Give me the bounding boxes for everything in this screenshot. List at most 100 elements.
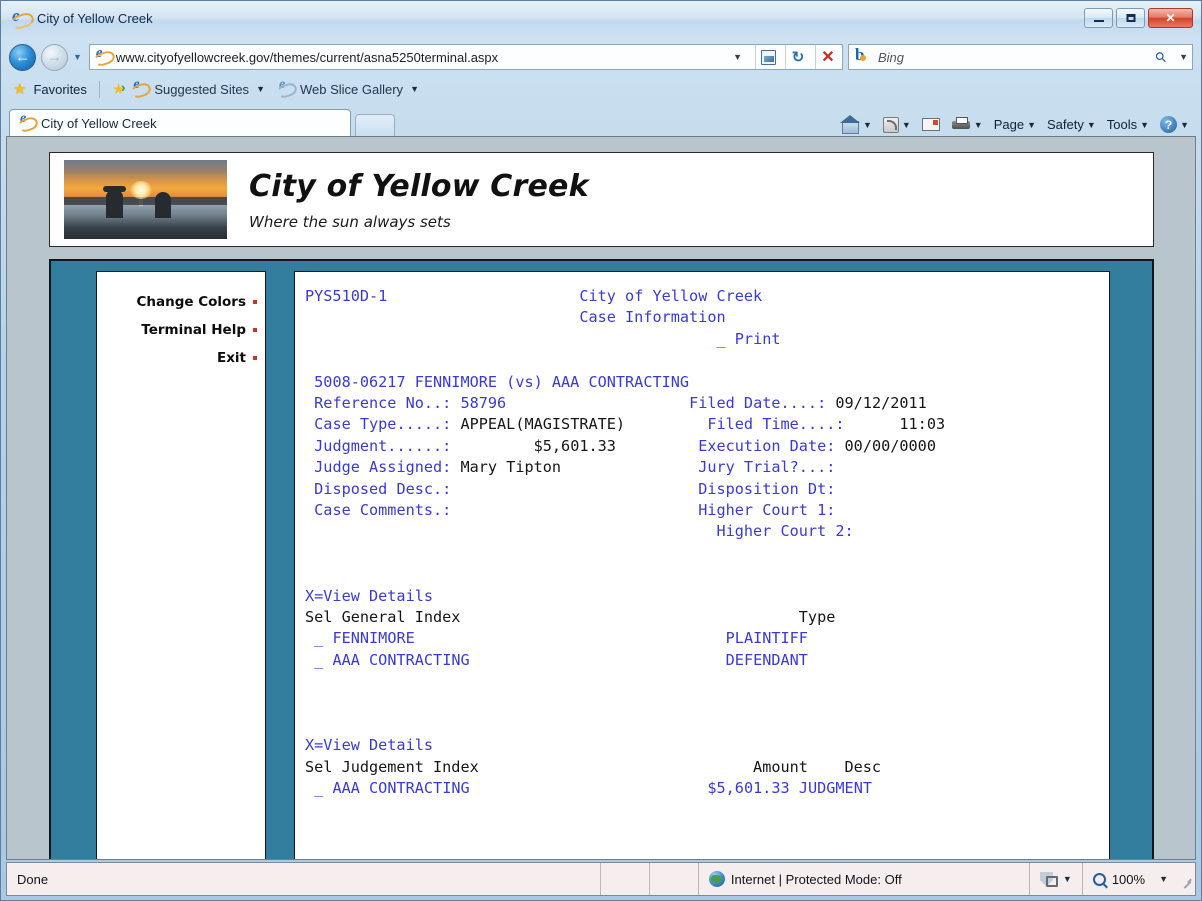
judgement-index-amount: $5,601.33 xyxy=(707,779,790,798)
judgement-index-desc-header: Desc xyxy=(844,757,882,776)
print-caret-icon[interactable]: ▼ xyxy=(974,120,983,130)
case-title: 5008-06217 FENNIMORE (vs) AAA CONTRACTIN… xyxy=(314,372,690,391)
url-dropdown-caret-icon[interactable]: ▼ xyxy=(725,52,750,62)
sidebar-item-change-colors[interactable]: Change Colors xyxy=(97,288,265,316)
general-index-header: Sel General Index Type xyxy=(295,607,1109,628)
tab-city-of-yellow-creek[interactable]: City of Yellow Creek xyxy=(9,109,351,136)
favorites-button[interactable]: Favorites xyxy=(33,82,86,97)
security-zone-indicator[interactable]: Internet | Protected Mode: Off xyxy=(699,863,1029,895)
case-type-value: APPEAL(MAGISTRATE) xyxy=(460,415,626,434)
protected-mode-caret-icon: ▼ xyxy=(1062,874,1072,884)
shield-icon xyxy=(1040,872,1058,887)
zoom-caret-icon: ▼ xyxy=(1159,874,1168,884)
read-mail-button[interactable] xyxy=(918,118,944,131)
case-type-label: Case Type.....: xyxy=(314,415,452,434)
favorites-divider xyxy=(98,80,100,98)
site-title: City of Yellow Creek xyxy=(249,168,589,204)
window-title-group: City of Yellow Creek xyxy=(12,6,153,27)
print-row: _ Print xyxy=(295,329,1109,350)
feeds-button[interactable]: ▼ xyxy=(879,116,915,133)
filed-date-label: Filed Date....: xyxy=(689,394,827,413)
zoom-level: 100% xyxy=(1111,871,1146,887)
table-row[interactable]: _ AAA CONTRACTING DEFENDANT xyxy=(295,650,1109,671)
tools-menu-label: Tools xyxy=(1106,117,1138,132)
safety-menu[interactable]: Safety ▼ xyxy=(1043,117,1100,132)
zoom-control[interactable]: 100% ▼ xyxy=(1083,863,1178,895)
web-slice-gallery-caret-icon[interactable]: ▼ xyxy=(410,84,419,94)
sidebar-item-terminal-help[interactable]: Terminal Help xyxy=(97,316,265,344)
compatibility-view-button[interactable] xyxy=(755,45,780,69)
forward-arrow-icon: → xyxy=(47,48,62,66)
help-menu[interactable]: ▼ xyxy=(1156,116,1193,133)
security-zone-label: Internet | Protected Mode: Off xyxy=(730,871,902,887)
web-slice-gallery-button[interactable]: Web Slice Gallery xyxy=(300,82,403,97)
tools-menu-caret-icon: ▼ xyxy=(1140,119,1150,130)
search-input[interactable]: Bing ⚲ ▼ xyxy=(848,44,1193,70)
field-row-3: Judgment......: $5,601.33 Execution Date… xyxy=(295,436,1109,457)
stop-button[interactable]: ✕ xyxy=(815,45,840,69)
address-bar: ← → ▼ www.cityofyellowcreek.gov/themes/c… xyxy=(1,39,1201,75)
sidebar-item-label: Terminal Help xyxy=(141,322,246,338)
judgment-label: Judgment......: xyxy=(314,436,452,455)
refresh-button[interactable]: ↻ xyxy=(785,45,810,69)
feeds-caret-icon[interactable]: ▼ xyxy=(902,120,911,130)
new-tab-button[interactable] xyxy=(355,114,395,136)
feeds-icon xyxy=(882,116,899,133)
terminal-heading-1: City of Yellow Creek xyxy=(579,287,763,305)
close-button[interactable]: ✕ xyxy=(1148,8,1193,28)
table-row[interactable]: _ FENNIMORE PLAINTIFF xyxy=(295,628,1109,649)
search-icon[interactable]: ⚲ xyxy=(1151,47,1170,66)
tools-menu[interactable]: Tools ▼ xyxy=(1103,117,1153,132)
forward-button[interactable]: → xyxy=(41,43,68,71)
home-caret-icon[interactable]: ▼ xyxy=(863,120,872,130)
water-area xyxy=(64,205,227,239)
safety-menu-label: Safety xyxy=(1047,117,1084,132)
general-index-select-input[interactable]: _ xyxy=(314,629,323,647)
url-text: www.cityofyellowcreek.gov/themes/current… xyxy=(115,49,499,65)
jury-trial-label: Jury Trial?...: xyxy=(698,458,836,477)
back-button[interactable]: ← xyxy=(9,43,36,71)
suggested-sites-button[interactable]: Suggested Sites xyxy=(154,82,249,97)
home-button[interactable]: ▼ xyxy=(837,115,876,134)
sidebar-menu: Change Colors Terminal Help Exit xyxy=(96,271,266,859)
address-input[interactable]: www.cityofyellowcreek.gov/themes/current… xyxy=(88,44,843,70)
field-row-5: Disposed Desc.: Disposition Dt: xyxy=(295,479,1109,500)
print-icon xyxy=(951,116,971,133)
terminal-screen[interactable]: PYS510D-1 City of Yellow Creek Case Info… xyxy=(294,271,1110,859)
internet-explorer-icon xyxy=(12,6,29,27)
silhouette-figure-left xyxy=(103,186,127,219)
add-to-favorites-bar-icon[interactable]: ★ xyxy=(112,79,126,98)
print-label[interactable]: Print xyxy=(735,330,781,348)
bullet-icon xyxy=(253,356,257,360)
higher-court-2-label: Higher Court 2: xyxy=(716,522,854,541)
search-provider-caret-icon[interactable]: ▼ xyxy=(1172,52,1188,62)
stop-icon: ✕ xyxy=(821,49,835,66)
minimize-button[interactable] xyxy=(1084,8,1113,28)
page-menu[interactable]: Page ▼ xyxy=(990,117,1040,132)
resize-grip[interactable] xyxy=(1178,872,1192,886)
recent-pages-caret-icon[interactable]: ▼ xyxy=(73,52,82,62)
sunset-photo xyxy=(64,160,227,239)
judgement-index-sel-header: Sel Judgement Index xyxy=(305,757,479,776)
judge-assigned-label: Judge Assigned: xyxy=(314,458,452,477)
maximize-button[interactable] xyxy=(1116,8,1145,28)
suggested-sites-caret-icon[interactable]: ▼ xyxy=(256,84,265,94)
field-row-6: Case Comments.: Higher Court 1: xyxy=(295,500,1109,521)
general-index-select-input[interactable]: _ xyxy=(314,651,323,669)
judgement-index-select-input[interactable]: _ xyxy=(314,779,323,797)
protected-mode-control[interactable]: ▼ xyxy=(1030,863,1082,895)
table-row[interactable]: _ AAA CONTRACTING $5,601.33 JUDGMENT xyxy=(295,778,1109,799)
help-icon xyxy=(1160,116,1178,133)
disposed-desc-label: Disposed Desc.: xyxy=(314,479,452,498)
tab-bar: City of Yellow Creek ▼ ▼ ▼ Page ▼ xyxy=(1,103,1201,136)
status-message: Done xyxy=(17,871,49,887)
command-bar: ▼ ▼ ▼ Page ▼ Safety ▼ Tools ▼ ? ▼ xyxy=(837,115,1193,134)
print-button[interactable]: ▼ xyxy=(947,116,987,133)
page-viewport: City of Yellow Creek Where the sun alway… xyxy=(6,136,1196,860)
sidebar-item-exit[interactable]: Exit xyxy=(97,344,265,372)
judge-assigned-value: Mary Tipton xyxy=(460,458,562,477)
case-comments-label: Case Comments.: xyxy=(314,501,452,520)
execution-date-value: 00/00/0000 xyxy=(844,436,936,455)
general-index-type: PLAINTIFF xyxy=(725,629,808,648)
print-input[interactable]: _ xyxy=(716,330,725,348)
